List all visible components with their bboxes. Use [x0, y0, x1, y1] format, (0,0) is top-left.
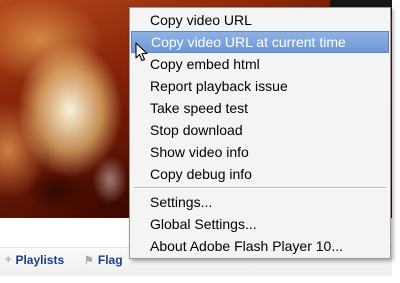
mouse-pointer-icon [135, 42, 148, 62]
menu-item-show-video-info[interactable]: Show video info [131, 141, 389, 163]
flag-label: Flag [97, 253, 123, 267]
menu-item-copy-debug-info[interactable]: Copy debug info [131, 163, 389, 185]
playlists-label: Playlists [15, 253, 65, 267]
video-frame-figure [90, 150, 130, 210]
menu-item-settings[interactable]: Settings... [131, 191, 389, 213]
menu-item-take-speed-test[interactable]: Take speed test [131, 97, 389, 119]
flag-link[interactable]: ⚑ Flag [84, 253, 123, 267]
video-frame-shadow [20, 165, 90, 215]
plus-icon: + [5, 254, 12, 266]
menu-item-about-flash-player[interactable]: About Adobe Flash Player 10... [131, 235, 389, 257]
menu-item-global-settings[interactable]: Global Settings... [131, 213, 389, 235]
menu-item-stop-download[interactable]: Stop download [131, 119, 389, 141]
menu-item-report-playback-issue[interactable]: Report playback issue [131, 75, 389, 97]
menu-item-copy-video-url[interactable]: Copy video URL [131, 9, 389, 31]
menu-separator [134, 187, 386, 189]
playlists-link[interactable]: + Playlists [5, 253, 64, 267]
context-menu: Copy video URL Copy video URL at current… [129, 7, 391, 259]
flag-icon: ⚑ [84, 254, 94, 267]
menu-item-copy-embed-html[interactable]: Copy embed html [131, 53, 389, 75]
menu-item-copy-video-url-at-time[interactable]: Copy video URL at current time [131, 31, 389, 53]
